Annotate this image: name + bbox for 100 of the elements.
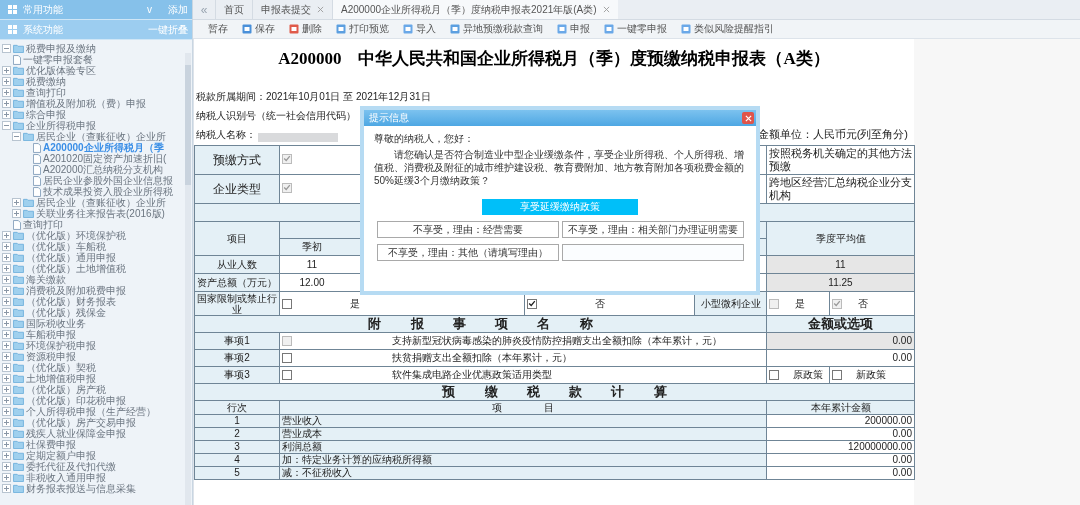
tree-item[interactable]: 一键零申报套餐 — [23, 54, 93, 65]
checkbox[interactable] — [282, 298, 292, 309]
tree-item[interactable]: 居民企业（查账征收）企业所 — [36, 131, 166, 142]
toolbar-button[interactable]: 申报 — [552, 22, 595, 36]
tree-item[interactable]: （优化版）房产交易申报 — [26, 417, 136, 428]
tree-item[interactable]: （优化版）残保金 — [26, 307, 106, 318]
tree-item[interactable]: （优化版）车船税 — [26, 241, 106, 252]
expand-icon[interactable] — [2, 374, 11, 383]
tree-item[interactable]: 企业所得税申报 — [26, 120, 96, 131]
tree-item[interactable]: 查询打印 — [26, 87, 66, 98]
toolbar-button[interactable]: 暂存 — [203, 22, 233, 36]
toolbar-button[interactable]: 类似风险提醒指引 — [676, 22, 779, 36]
toolbar-button[interactable]: 异地预缴税款查询 — [445, 22, 548, 36]
expand-icon[interactable] — [2, 473, 11, 482]
expand-icon[interactable] — [2, 297, 11, 306]
toolbar-button[interactable]: 保存 — [237, 22, 280, 36]
expand-icon[interactable] — [2, 363, 11, 372]
expand-icon[interactable] — [2, 77, 11, 86]
tree-item[interactable]: 土地增值税申报 — [26, 373, 96, 384]
decline-button[interactable]: 不享受，理由：其他（请填写理由） — [376, 244, 559, 261]
tree-item[interactable]: 技术成果投资入股企业所得税 — [43, 186, 173, 197]
tree-item[interactable]: 非税收入通用申报 — [26, 472, 106, 483]
tree-item[interactable]: 社保费申报 — [26, 439, 76, 450]
checkbox[interactable] — [527, 298, 537, 309]
tree-item[interactable]: 国际税收业务 — [26, 318, 86, 329]
expand-icon[interactable] — [2, 451, 11, 460]
tree-item[interactable]: 残疾人就业保障金申报 — [26, 428, 126, 439]
expand-icon[interactable] — [2, 440, 11, 449]
tree-item[interactable]: A200000企业所得税月（季 — [43, 142, 164, 153]
expand-icon[interactable] — [2, 99, 11, 108]
tree-item[interactable]: A201020固定资产加速折旧( — [43, 153, 167, 164]
tree-item[interactable]: 税费申报及缴纳 — [26, 43, 96, 54]
tree-item[interactable]: 委托代征及代扣代缴 — [26, 461, 116, 472]
tree-item[interactable]: 查询打印 — [23, 219, 63, 230]
expand-icon[interactable] — [2, 242, 11, 251]
tree-item[interactable]: A202000汇总纳税分支机构 — [43, 164, 164, 175]
tree-item[interactable]: 财务报表报送与信息采集 — [26, 483, 136, 494]
expand-icon[interactable] — [2, 264, 11, 273]
expand-icon[interactable] — [2, 418, 11, 427]
expand-icon[interactable] — [2, 286, 11, 295]
tree-item[interactable]: 海关缴款 — [26, 274, 66, 285]
tab[interactable]: 首页 — [215, 0, 252, 19]
tree-item[interactable]: 定期定额户申报 — [26, 450, 96, 461]
tree-item[interactable]: （优化版）土地增值税 — [26, 263, 126, 274]
tree-item[interactable]: 车船税申报 — [26, 329, 76, 340]
tree-item[interactable]: 环境保护税申报 — [26, 340, 96, 351]
tree-item[interactable]: 关联业务往来报告表(2016版) — [36, 208, 165, 219]
tree-item[interactable]: （优化版）通用申报 — [26, 252, 116, 263]
expand-icon[interactable] — [2, 275, 11, 284]
tree-item[interactable]: （优化版）契税 — [26, 362, 96, 373]
tree-item[interactable]: 资源税申报 — [26, 351, 76, 362]
checkbox[interactable] — [282, 370, 292, 380]
expand-icon[interactable] — [2, 231, 11, 240]
close-button[interactable] — [742, 112, 754, 124]
tree-item[interactable]: 居民企业（查账征收）企业所 — [36, 197, 166, 208]
decline-button[interactable]: 不享受，理由：经营需要 — [376, 221, 559, 238]
toolbar-button[interactable]: 一键零申报 — [599, 22, 672, 36]
tree-item[interactable]: （优化版）财务报表 — [26, 296, 116, 307]
expand-icon[interactable] — [2, 253, 11, 262]
toolbar-button[interactable]: 删除 — [284, 22, 327, 36]
toolbar-button[interactable]: 打印预览 — [331, 22, 394, 36]
expand-icon[interactable] — [2, 396, 11, 405]
tree-item[interactable]: 综合申报 — [26, 109, 66, 120]
close-icon[interactable] — [317, 6, 324, 13]
toolbar-button[interactable]: 导入 — [398, 22, 441, 36]
expand-icon[interactable] — [2, 308, 11, 317]
collapse-icon[interactable] — [2, 44, 11, 53]
tree-item[interactable]: （优化版）房产税 — [26, 384, 106, 395]
expand-icon[interactable] — [2, 352, 11, 361]
expand-icon[interactable] — [2, 385, 11, 394]
collapse-icon[interactable] — [2, 121, 11, 130]
expand-icon[interactable] — [2, 407, 11, 416]
close-icon[interactable] — [602, 6, 610, 13]
tree-item[interactable]: 税费缴纳 — [26, 76, 66, 87]
expand-icon[interactable] — [2, 110, 11, 119]
tree-item[interactable]: 消费税及附加税费申报 — [26, 285, 126, 296]
checkbox[interactable] — [282, 353, 292, 363]
checkbox[interactable] — [832, 370, 842, 380]
tree-item[interactable]: 增值税及附加税（费）申报 — [26, 98, 146, 109]
tab[interactable]: A200000企业所得税月（季）度纳税申报表2021年版(A类) — [332, 0, 618, 19]
collapse-icon[interactable] — [12, 132, 21, 141]
scrollbar[interactable] — [185, 53, 191, 505]
tree-item[interactable]: （优化版）环境保护税 — [26, 230, 126, 241]
tree-item[interactable]: 居民企业参股外国企业信息报 — [43, 175, 173, 186]
expand-icon[interactable] — [2, 66, 11, 75]
expand-icon[interactable] — [2, 330, 11, 339]
expand-icon[interactable] — [2, 88, 11, 97]
checkbox[interactable] — [769, 370, 779, 380]
decline-button[interactable]: 不享受，理由：相关部门办理证明需要 — [561, 221, 744, 238]
expand-icon[interactable] — [2, 319, 11, 328]
tree-item[interactable]: （优化版）印花税申报 — [26, 395, 126, 406]
expand-icon[interactable] — [2, 462, 11, 471]
expand-icon[interactable] — [12, 198, 21, 207]
reason-input[interactable] — [561, 244, 744, 261]
expand-icon[interactable] — [2, 484, 11, 493]
expand-icon[interactable] — [2, 341, 11, 350]
expand-icon[interactable] — [2, 429, 11, 438]
tree-item[interactable]: 个人所得税申报（生产经营） — [26, 406, 156, 417]
tree-item[interactable]: 优化版体验专区 — [26, 65, 96, 76]
expand-icon[interactable] — [12, 209, 21, 218]
